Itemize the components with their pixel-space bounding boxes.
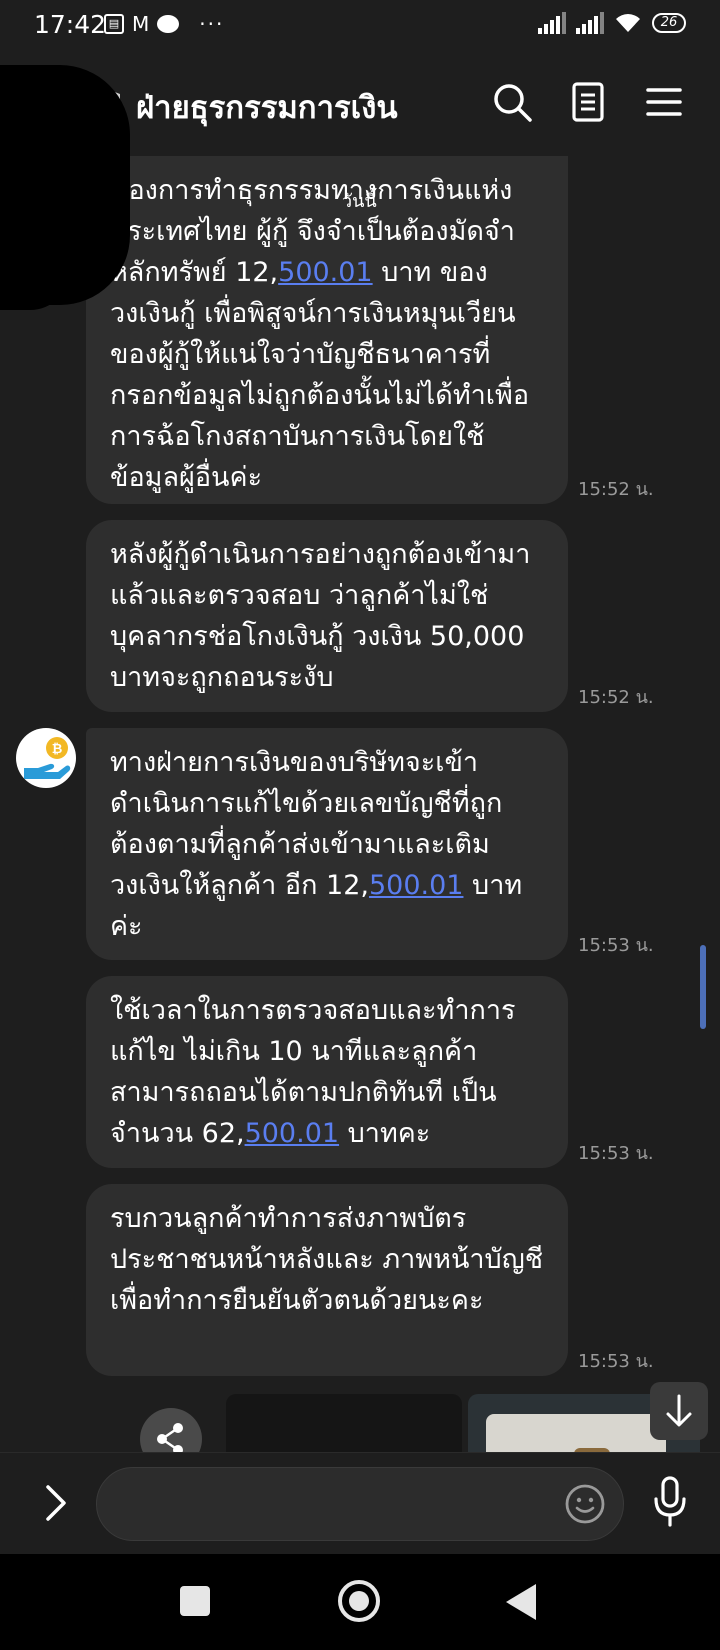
message-time: 15:52 น. <box>578 687 654 708</box>
recent-apps-button[interactable] <box>180 1586 210 1616</box>
redaction-mark <box>0 150 70 310</box>
message-text: ใช้เวลาในการตรวจสอบและทำการแก้ไข ไม่เกิน… <box>110 995 516 1149</box>
message-time: 15:53 น. <box>578 1143 654 1164</box>
battery-indicator: 26 <box>652 13 686 33</box>
message-time: 15:52 น. <box>578 479 654 500</box>
amount-link[interactable]: 500.01 <box>369 870 463 901</box>
svg-text:₿: ₿ <box>52 742 63 757</box>
line-icon <box>157 15 180 33</box>
coin-hand-icon: ₿ <box>24 737 71 779</box>
message-bubble[interactable]: ใช้เวลาในการตรวจสอบและทำการแก้ไข ไม่เกิน… <box>86 976 568 1168</box>
message-bubble[interactable]: หลังผู้กู้ดำเนินการอย่างถูกต้องเข้ามาแล้… <box>86 520 568 712</box>
status-time: 17:42 <box>34 10 107 39</box>
wifi-icon <box>616 14 640 32</box>
gallery-icon: ▤ <box>104 14 124 34</box>
menu-icon[interactable] <box>642 80 686 124</box>
chevron-right-icon[interactable] <box>40 1483 70 1523</box>
scrollbar[interactable] <box>700 945 706 1029</box>
message-time: 15:53 น. <box>578 1351 654 1372</box>
notes-icon[interactable] <box>566 80 610 124</box>
microphone-icon[interactable] <box>650 1475 690 1529</box>
message-bubble[interactable]: ของการทำธุรกรรมทางการเงินแห่งประเทศไทย ผ… <box>86 156 568 504</box>
more-notifications-icon: ··· <box>199 12 225 36</box>
scroll-down-button[interactable] <box>650 1382 708 1440</box>
message-bubble[interactable]: ทางฝ่ายการเงินของบริษัทจะเข้าดำเนินการแก… <box>86 728 568 960</box>
emoji-icon[interactable] <box>564 1483 606 1525</box>
date-indicator: วันนี้ <box>342 191 377 212</box>
status-bar: 17:42 ▤ M ··· 26 <box>0 0 720 50</box>
message-text: หลังผู้กู้ดำเนินการอย่างถูกต้องเข้ามาแล้… <box>110 539 531 693</box>
chat-title: ฝ่ายธุรกรรมการเงิน <box>136 90 398 126</box>
gmail-icon: M <box>132 12 150 36</box>
message-bubble[interactable]: รบกวนลูกค้าทำการส่งภาพบัตรประชาชนหน้าหลั… <box>86 1184 568 1376</box>
search-icon[interactable] <box>490 80 534 124</box>
message-text: รบกวนลูกค้าทำการส่งภาพบัตรประชาชนหน้าหลั… <box>110 1203 544 1316</box>
message-time: 15:53 น. <box>578 935 654 956</box>
signal-icon <box>538 12 566 34</box>
back-button[interactable] <box>506 1584 536 1620</box>
message-input[interactable] <box>96 1467 624 1541</box>
message-text: ของการทำธุรกรรมทางการเงินแห่งประเทศไทย ผ… <box>110 175 530 493</box>
home-button[interactable] <box>338 1580 380 1622</box>
arrow-down-icon <box>666 1394 692 1427</box>
amount-link[interactable]: 500.01 <box>245 1118 339 1149</box>
message-input-bar <box>0 1452 720 1555</box>
system-navigation-bar <box>0 1554 720 1650</box>
amount-link[interactable]: 500.01 <box>278 257 372 288</box>
signal-icon-2 <box>576 12 604 34</box>
sender-avatar[interactable]: ₿ <box>16 728 76 788</box>
message-text: ทางฝ่ายการเงินของบริษัทจะเข้าดำเนินการแก… <box>110 747 523 942</box>
